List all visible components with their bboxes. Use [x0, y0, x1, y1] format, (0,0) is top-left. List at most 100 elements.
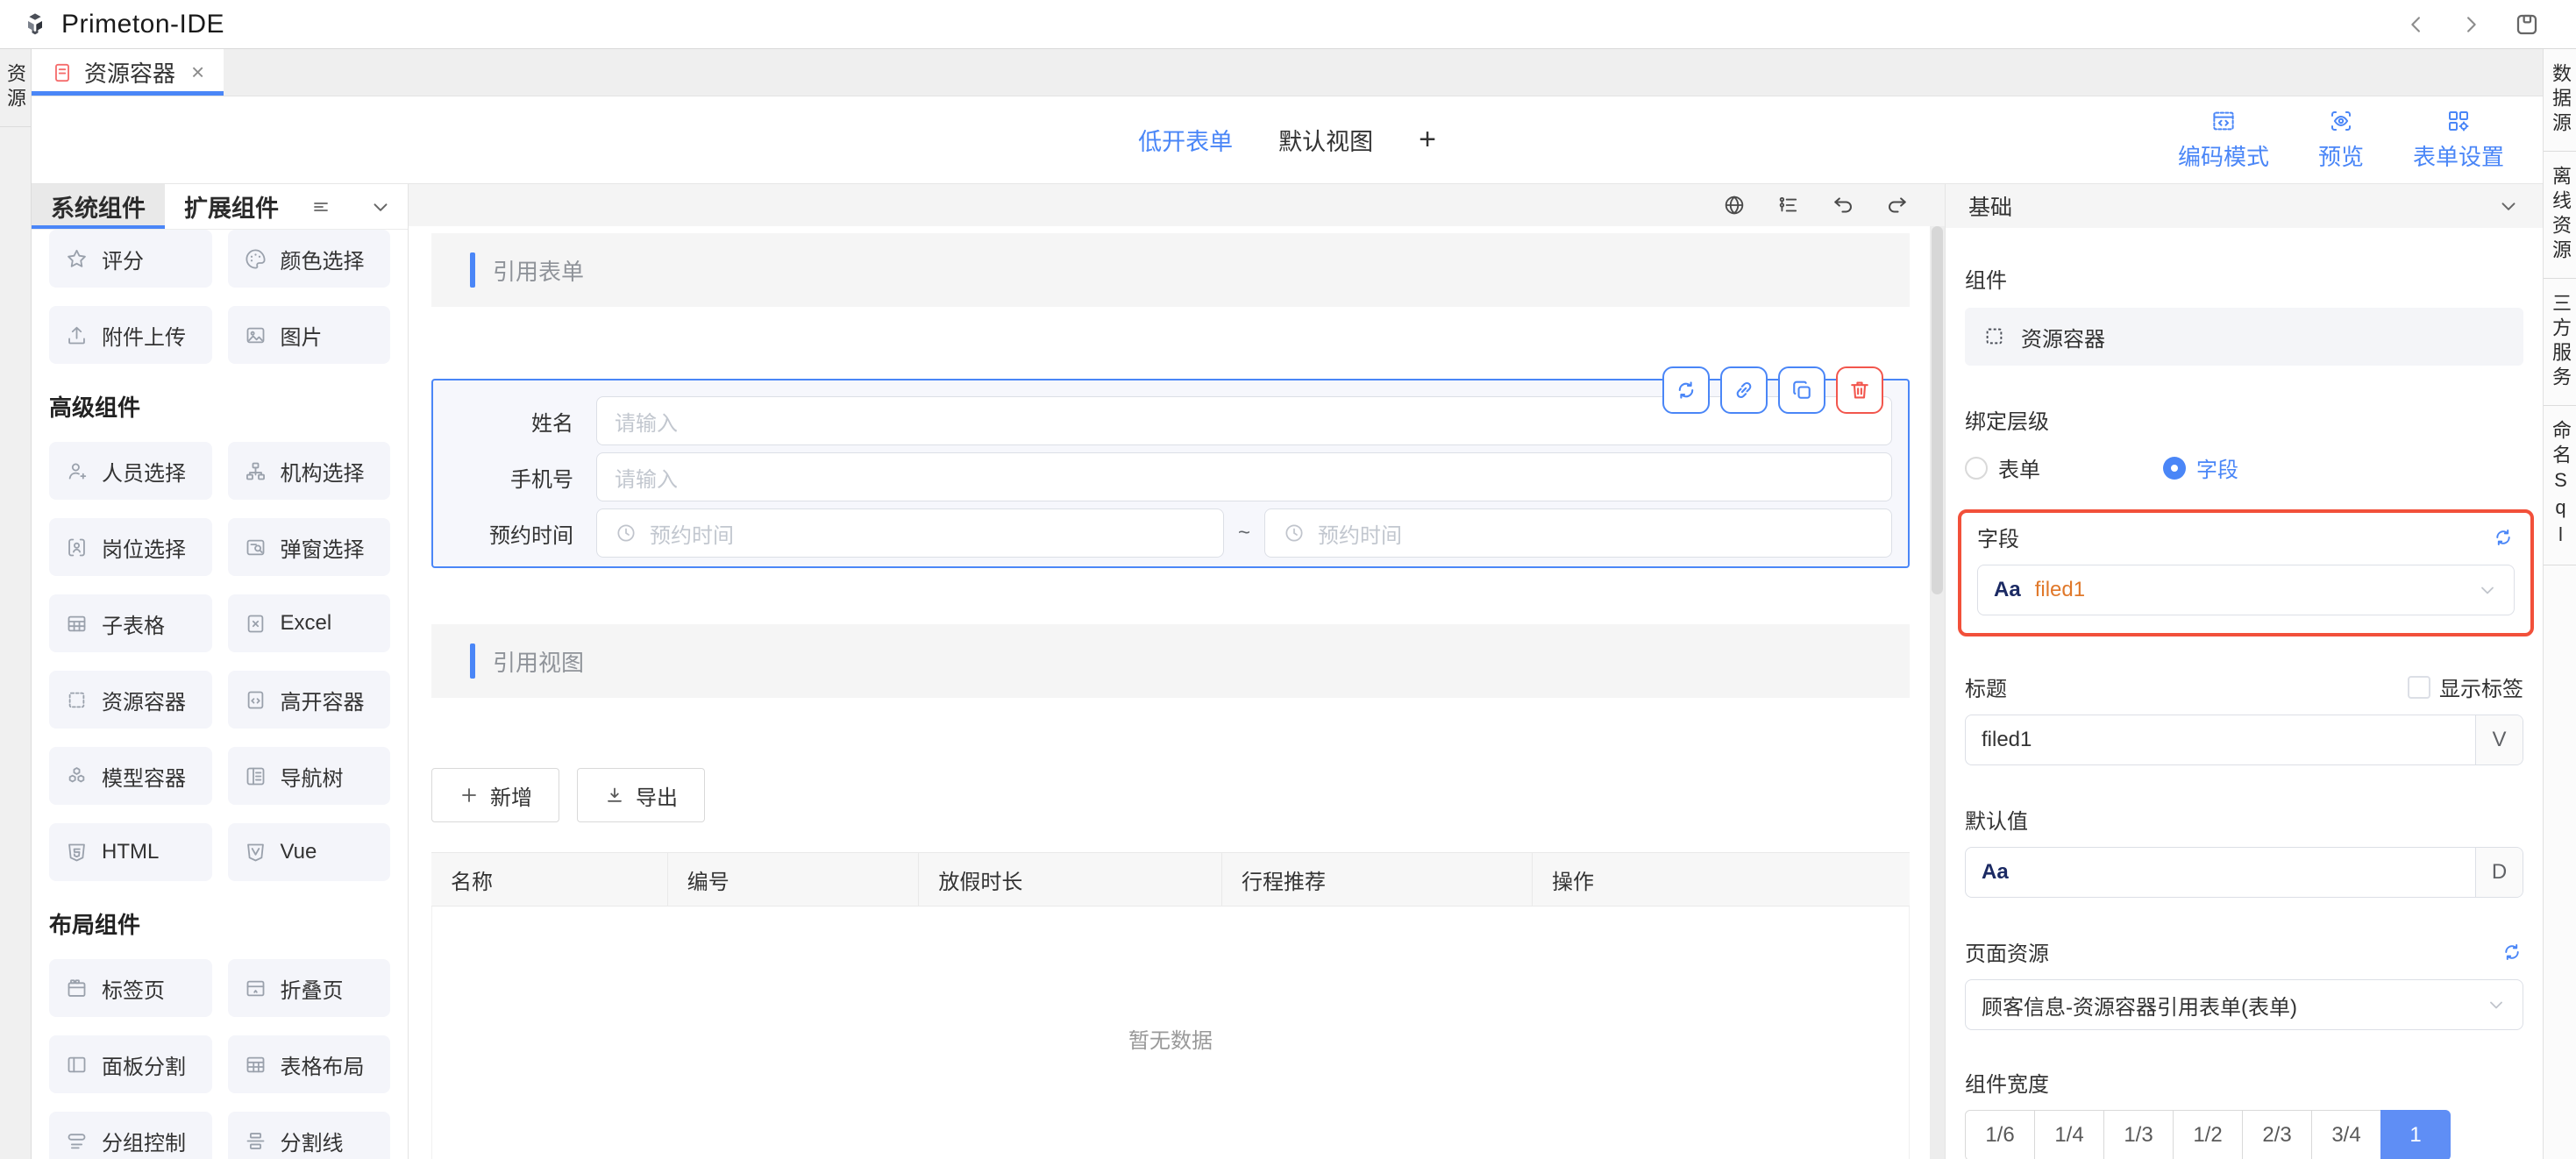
properties-panel-header[interactable]: 基础 — [1946, 184, 2543, 228]
nav-back-icon[interactable] — [2404, 12, 2429, 37]
width-option[interactable]: 3/4 — [2311, 1110, 2381, 1159]
time-end-input[interactable]: 预约时间 — [1264, 508, 1892, 558]
component-panel: 系统组件 扩展组件 评分颜色选择附件上传图片高级组件人员选择机构选择岗位选择弹窗… — [32, 184, 409, 1159]
width-option[interactable]: 1/3 — [2103, 1110, 2174, 1159]
form-settings-button[interactable]: 表单设置 — [2413, 108, 2504, 172]
data-table: 名称编号放假时长行程推荐操作 暂无数据 — [431, 852, 1910, 1159]
component-item[interactable]: 资源容器 — [49, 671, 212, 729]
link-block-button[interactable] — [1720, 366, 1768, 414]
tab-system-components[interactable]: 系统组件 — [32, 184, 165, 229]
selected-form-block[interactable]: 姓名 请输入 手机号 请输入 — [431, 379, 1910, 568]
right-rail-item[interactable]: 离线资源 — [2544, 152, 2576, 279]
add-view-tab-button[interactable]: + — [1419, 123, 1436, 157]
component-item[interactable]: 图片 — [228, 306, 391, 364]
referenced-form-title: 引用表单 — [493, 254, 584, 287]
component-item[interactable]: 附件上传 — [49, 306, 212, 364]
field-label: 预约时间 — [449, 518, 596, 549]
component-item[interactable]: 面板分割 — [49, 1035, 212, 1093]
canvas-scrollbar[interactable] — [1930, 226, 1945, 1159]
refresh-block-button[interactable] — [1662, 366, 1710, 414]
right-rail-item[interactable]: 三方服务 — [2544, 279, 2576, 406]
show-label-checkbox[interactable] — [2408, 676, 2430, 699]
nav-forward-icon[interactable] — [2459, 12, 2483, 37]
width-option[interactable]: 1/6 — [1965, 1110, 2035, 1159]
component-item[interactable]: 子表格 — [49, 594, 212, 652]
table-layout-icon — [244, 1053, 267, 1077]
phone-input[interactable]: 请输入 — [596, 452, 1892, 501]
width-option[interactable]: 1/2 — [2173, 1110, 2243, 1159]
table-column-header: 名称 — [431, 853, 668, 906]
width-option[interactable]: 2/3 — [2242, 1110, 2312, 1159]
component-label: 组件 — [1965, 263, 2523, 294]
globe-icon[interactable] — [1722, 193, 1747, 217]
right-rail-item[interactable]: 数据源 — [2544, 49, 2576, 152]
component-item[interactable]: 分组控制 — [49, 1112, 212, 1159]
component-item[interactable]: 导航树 — [228, 747, 391, 805]
delete-block-button[interactable] — [1836, 366, 1883, 414]
component-item[interactable]: 高开容器 — [228, 671, 391, 729]
component-item[interactable]: 机构选择 — [228, 442, 391, 500]
component-item[interactable]: HTML — [49, 823, 212, 881]
component-item[interactable]: 弹窗选择 — [228, 518, 391, 576]
tab-close-icon[interactable]: × — [191, 59, 204, 86]
title-input[interactable]: filed1 — [1966, 715, 2475, 764]
binding-radio-selected[interactable]: 字段 — [2163, 452, 2238, 483]
width-option[interactable]: 1 — [2380, 1110, 2451, 1159]
outline-tree-icon[interactable] — [1776, 193, 1801, 217]
referenced-view-section-header[interactable]: 引用视图 — [431, 624, 1910, 698]
trash-icon — [1847, 378, 1872, 402]
binding-radio-option[interactable]: 表单 — [1965, 452, 2040, 483]
export-button[interactable]: 导出 — [577, 768, 705, 822]
show-label-checkbox-wrap[interactable]: 显示标签 — [2408, 672, 2523, 702]
component-item-label: 分割线 — [281, 1126, 344, 1156]
refresh-resource-icon[interactable] — [2501, 941, 2523, 963]
tab-resource-container[interactable]: 资源容器 × — [32, 49, 224, 96]
component-item[interactable]: 标签页 — [49, 959, 212, 1017]
time-start-input[interactable]: 预约时间 — [596, 508, 1224, 558]
undo-icon[interactable] — [1831, 193, 1855, 217]
referenced-form-section-header[interactable]: 引用表单 — [431, 233, 1910, 307]
component-item[interactable]: 分割线 — [228, 1112, 391, 1159]
view-tab[interactable]: 低开表单 — [1138, 123, 1233, 157]
refresh-field-icon[interactable] — [2492, 526, 2515, 549]
preview-label: 预览 — [2318, 139, 2364, 172]
component-item[interactable]: 岗位选择 — [49, 518, 212, 576]
preview-button[interactable]: 预览 — [2318, 108, 2364, 172]
width-option[interactable]: 1/4 — [2034, 1110, 2104, 1159]
page-resource-select[interactable]: 顾客信息-资源容器引用表单(表单) — [1965, 979, 2523, 1030]
chevron-down-icon[interactable] — [2497, 195, 2520, 217]
redo-icon[interactable] — [1885, 193, 1910, 217]
component-item[interactable]: 折叠页 — [228, 959, 391, 1017]
component-item[interactable]: 表格布局 — [228, 1035, 391, 1093]
component-item-label: 导航树 — [281, 761, 344, 792]
save-icon[interactable] — [2513, 11, 2541, 39]
nav-tree-icon — [244, 764, 267, 788]
tab-extension-components[interactable]: 扩展组件 — [165, 184, 298, 229]
component-item[interactable]: Vue — [228, 823, 391, 881]
empty-data-text: 暂无数据 — [1128, 1023, 1213, 1054]
left-rail-item[interactable]: 资源 — [0, 49, 31, 127]
title-variable-toggle[interactable]: V — [2475, 715, 2523, 764]
collapse-panel-chevron-icon[interactable] — [369, 196, 392, 218]
radio-label: 表单 — [1998, 452, 2040, 483]
scrollbar-thumb[interactable] — [1932, 226, 1943, 594]
component-item[interactable]: 颜色选择 — [228, 230, 391, 288]
code-mode-button[interactable]: 编码模式 — [2178, 108, 2269, 172]
default-value-input[interactable]: Aa — [1966, 848, 2475, 897]
right-rail-item[interactable]: 命名Sql — [2544, 406, 2576, 565]
view-action-buttons: 新增 导出 — [431, 768, 1910, 822]
copy-block-button[interactable] — [1778, 366, 1825, 414]
person-add-icon — [65, 459, 89, 483]
field-select[interactable]: Aa filed1 — [1977, 565, 2515, 615]
component-item[interactable]: Excel — [228, 594, 391, 652]
component-item[interactable]: 模型容器 — [49, 747, 212, 805]
component-grid: 评分颜色选择附件上传图片 — [49, 230, 390, 364]
view-tab[interactable]: 默认视图 — [1278, 123, 1373, 157]
component-item[interactable]: 人员选择 — [49, 442, 212, 500]
table-column-header: 放假时长 — [919, 853, 1222, 906]
default-value-toggle[interactable]: D — [2475, 848, 2523, 897]
add-button[interactable]: 新增 — [431, 768, 559, 822]
list-menu-icon[interactable] — [310, 196, 331, 217]
component-item[interactable]: 评分 — [49, 230, 212, 288]
left-activity-rail: 资源 — [0, 49, 32, 1159]
